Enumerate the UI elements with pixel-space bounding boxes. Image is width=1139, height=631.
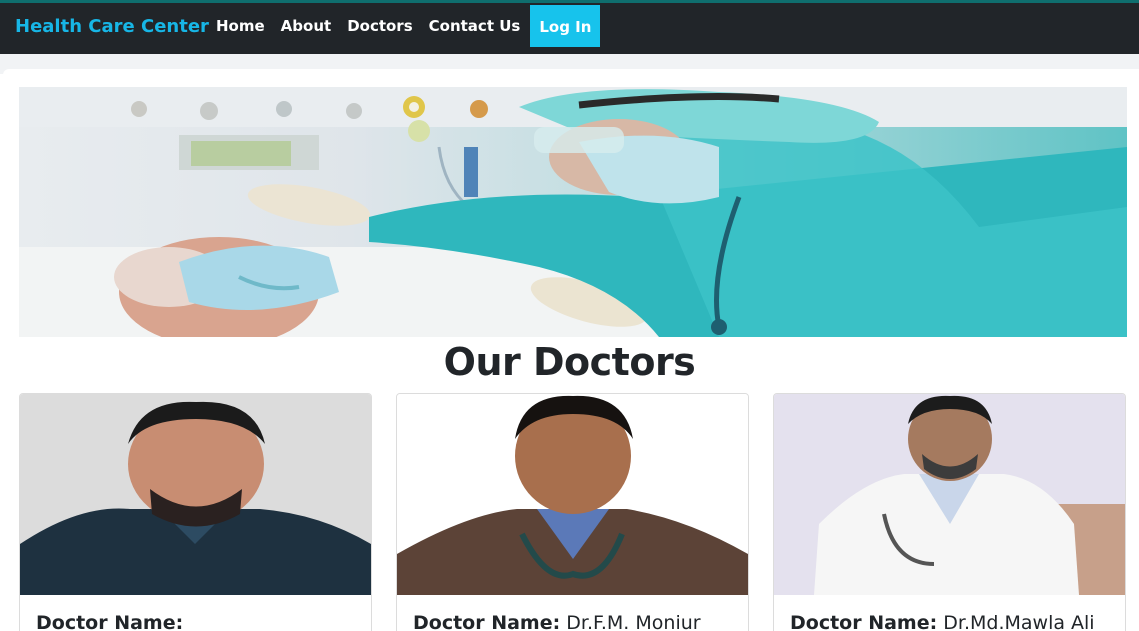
page-title: Our Doctors [443,340,696,384]
doctor-name-text: Doctor Name: Dr.F.M. Moniur [413,612,701,631]
nav-home[interactable]: Home [208,3,273,54]
doctor-card: Doctor Name: Dr.Md.Mawla Ali [773,393,1126,631]
nav-links: Home About Doctors Contact Us Log In [208,3,601,54]
hero-banner-image [19,87,1127,337]
doctor-photo [397,394,748,595]
brand-link[interactable]: Health Care Center [15,16,209,37]
navbar: Health Care Center Home About Doctors Co… [0,0,1139,54]
login-button[interactable]: Log In [530,5,601,47]
doctor-name-text: Doctor Name: Dr.Md.Mawla Ali [790,612,1095,631]
nav-contact-us[interactable]: Contact Us [421,3,529,54]
doctor-photo [774,394,1125,595]
nav-doctors[interactable]: Doctors [339,3,420,54]
doctor-name-text: Doctor Name: [36,612,183,631]
doctor-name-value: Dr.F.M. Moniur [566,612,701,631]
nav-about[interactable]: About [273,3,340,54]
doctor-name-label: Doctor Name: [36,612,184,631]
doctor-photo [20,394,371,595]
doctor-name-label: Doctor Name: [790,612,938,631]
doctor-card: Doctor Name: [19,393,372,631]
doctor-name-label: Doctor Name: [413,612,561,631]
doctor-name-value: Dr.Md.Mawla Ali [943,612,1095,631]
doctor-card: Doctor Name: Dr.F.M. Moniur [396,393,749,631]
